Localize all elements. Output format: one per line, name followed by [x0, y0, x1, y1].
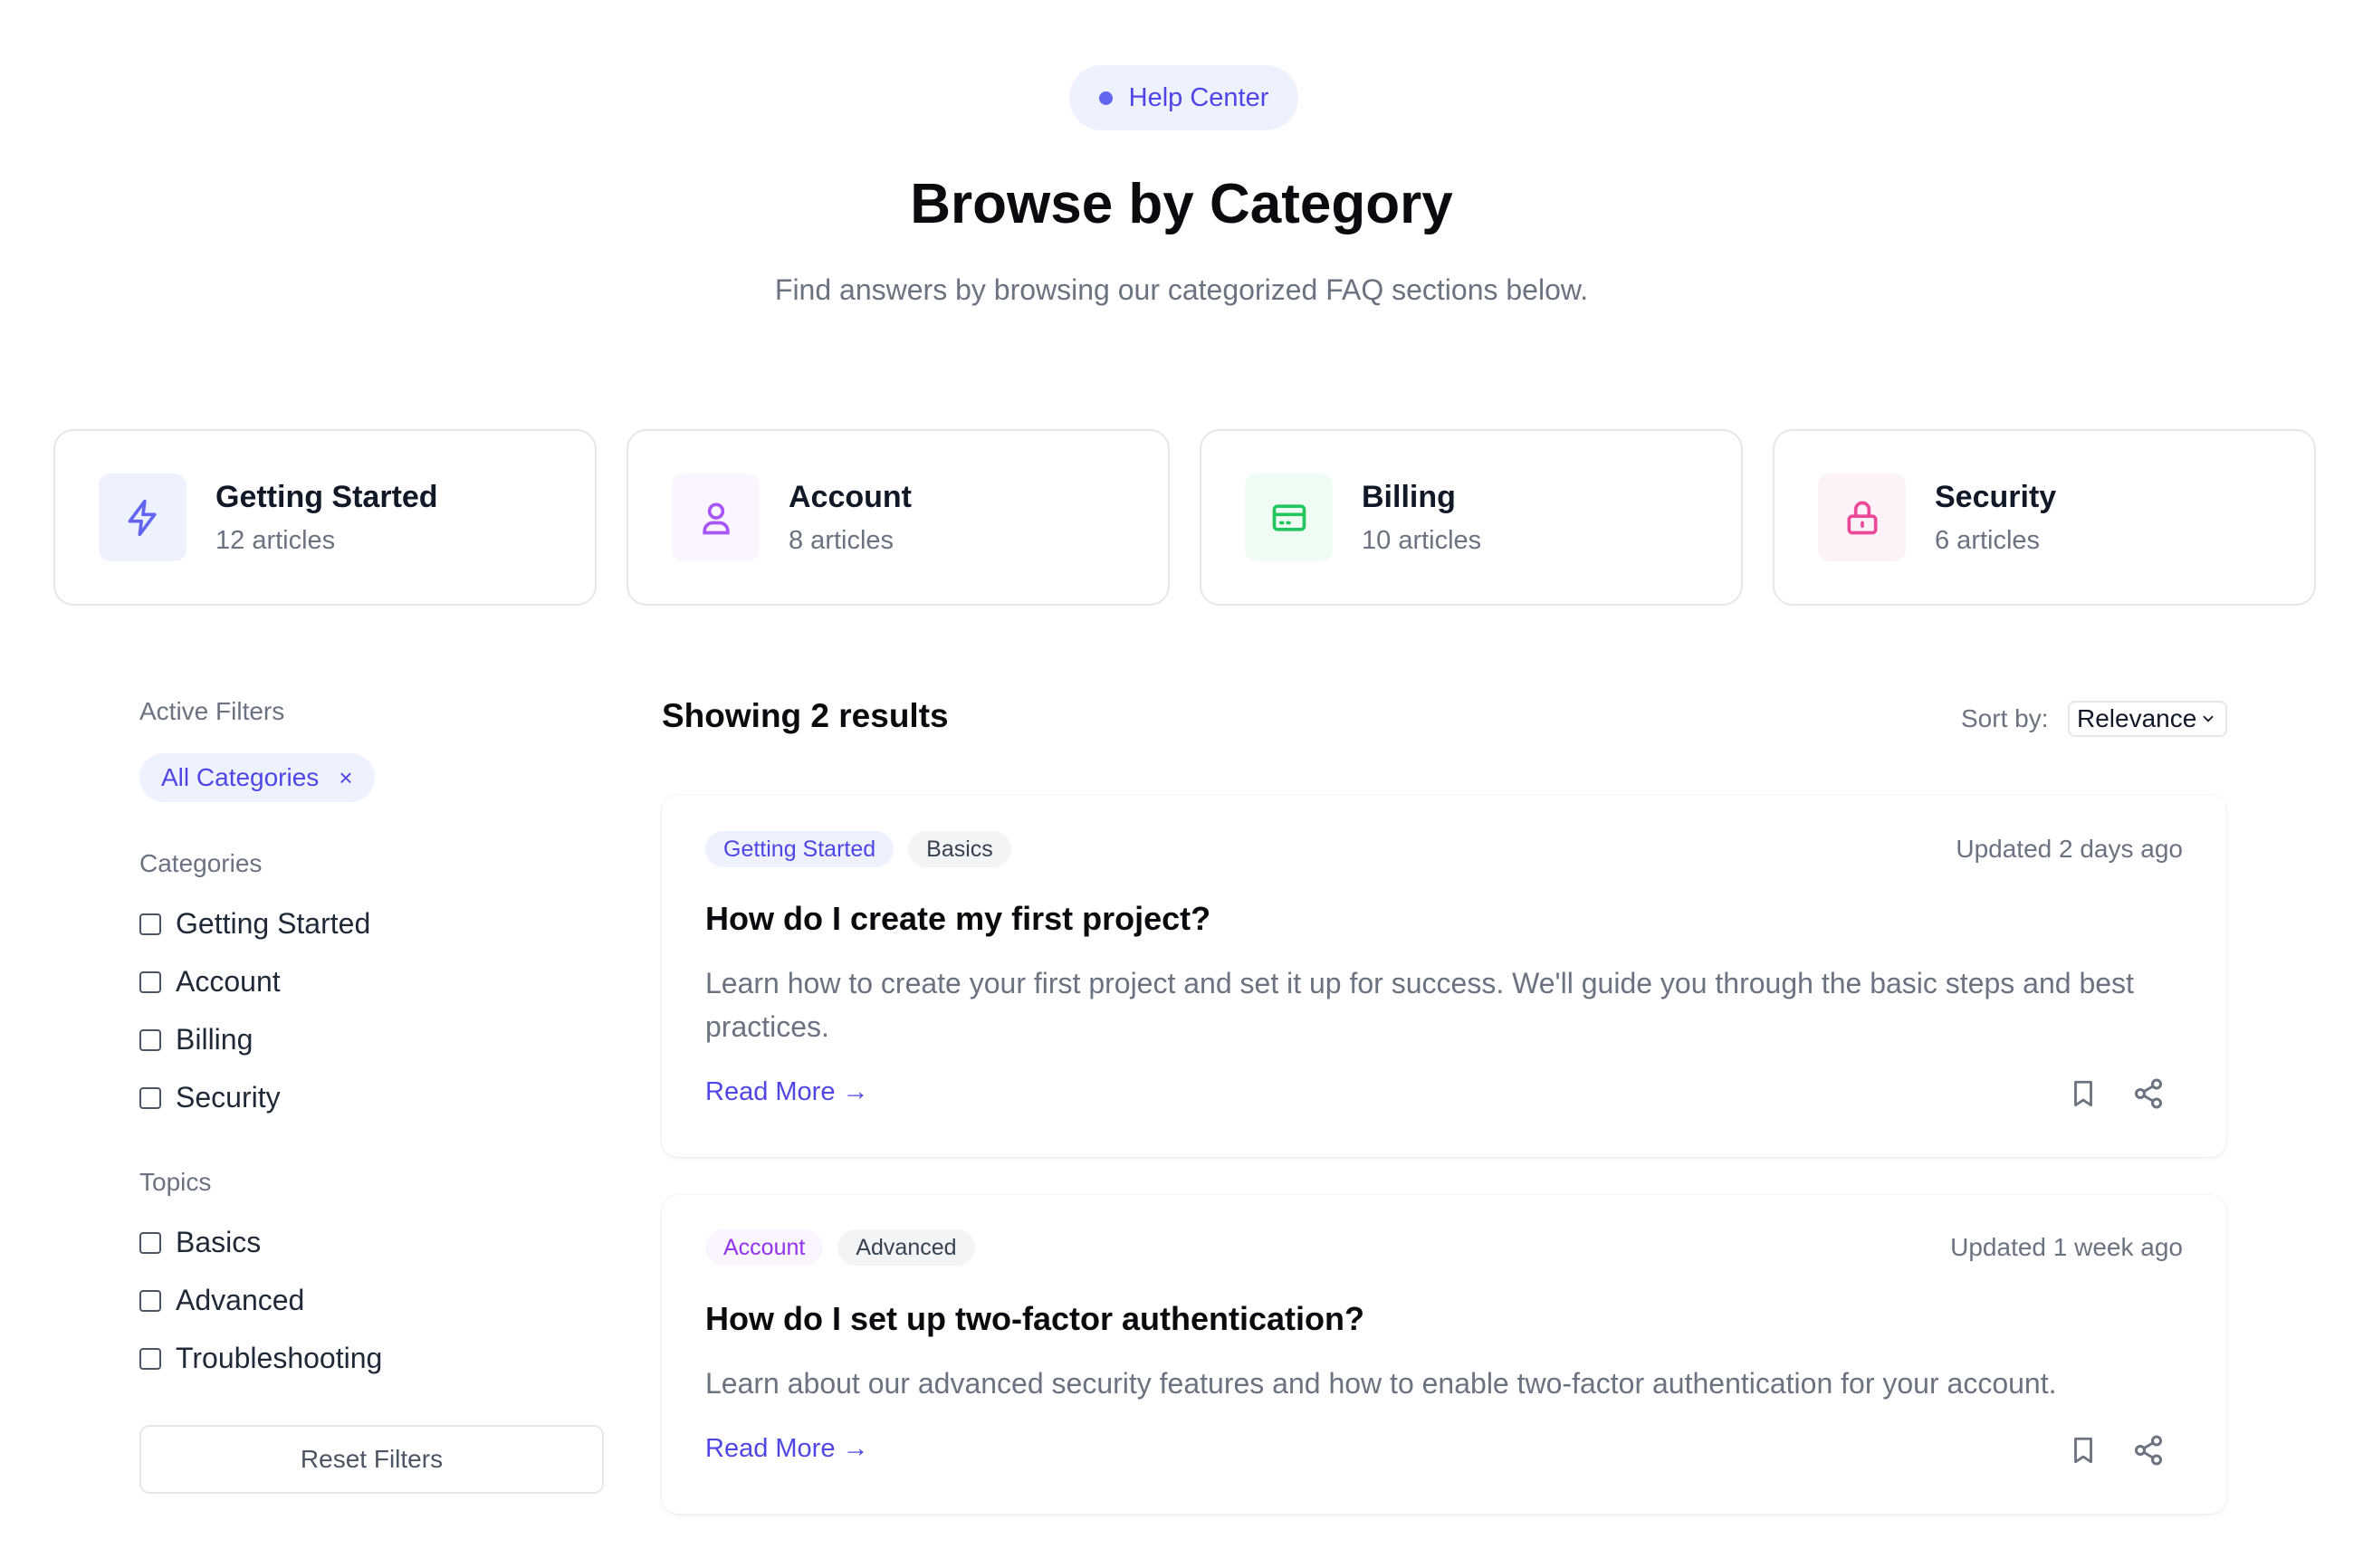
- dot-icon: [1098, 91, 1113, 105]
- category-title: Account: [789, 479, 912, 514]
- category-title: Billing: [1362, 479, 1456, 514]
- filter-account[interactable]: Account: [139, 965, 281, 999]
- category-count: 10 articles: [1362, 525, 1482, 555]
- updated-timestamp: Updated 2 days ago: [1956, 835, 2183, 863]
- checkbox-label: Basics: [176, 1226, 262, 1258]
- category-count: 12 articles: [215, 525, 336, 555]
- page-subtitle: Find answers by browsing our categorized…: [774, 273, 1589, 306]
- credit-card-icon: [1245, 473, 1333, 561]
- faq-tags: Account Advanced: [705, 1229, 975, 1266]
- checkbox[interactable]: [139, 970, 161, 993]
- help-center-page: Help Center Browse by Category Find answ…: [0, 0, 2363, 1568]
- category-card-getting-started[interactable]: Getting Started 12 articles: [53, 429, 597, 606]
- faq-question[interactable]: How do I set up two-factor authenticatio…: [705, 1300, 1364, 1338]
- badge-label: Help Center: [1128, 82, 1269, 112]
- filter-security[interactable]: Security: [139, 1081, 281, 1114]
- topics-label: Topics: [139, 1168, 212, 1196]
- category-cards: Getting Started 12 articles Account 8 ar…: [53, 429, 2316, 606]
- close-icon[interactable]: ×: [339, 764, 352, 792]
- read-more-link[interactable]: Read More →: [705, 1077, 869, 1107]
- lock-icon: [1818, 473, 1906, 561]
- category-card-account[interactable]: Account 8 articles: [627, 429, 1170, 606]
- checkbox-label: Security: [176, 1081, 281, 1114]
- help-center-badge: Help Center: [1069, 65, 1298, 130]
- faq-tags: Getting Started Basics: [705, 831, 1011, 867]
- filter-billing[interactable]: Billing: [139, 1023, 253, 1056]
- sort-value: Relevance: [2077, 704, 2197, 732]
- category-card-security[interactable]: Security 6 articles: [1773, 429, 2316, 606]
- updated-timestamp: Updated 1 week ago: [1950, 1233, 2183, 1261]
- read-more-link[interactable]: Read More →: [705, 1434, 869, 1464]
- category-tag[interactable]: Getting Started: [705, 831, 894, 867]
- category-count: 8 articles: [789, 525, 894, 555]
- checkbox-label: Getting Started: [176, 907, 371, 940]
- share-icon[interactable]: [2130, 1432, 2167, 1468]
- faq-question[interactable]: How do I create my first project?: [705, 900, 1210, 938]
- checkbox[interactable]: [139, 913, 161, 935]
- faq-description: Learn about our advanced security featur…: [705, 1367, 2057, 1400]
- checkbox[interactable]: [139, 1231, 161, 1254]
- filter-basics[interactable]: Basics: [139, 1226, 261, 1259]
- share-icon[interactable]: [2130, 1076, 2167, 1112]
- checkbox-label: Advanced: [176, 1284, 305, 1316]
- category-title: Security: [1935, 479, 2057, 514]
- category-card-billing[interactable]: Billing 10 articles: [1200, 429, 1743, 606]
- bookmark-icon[interactable]: [2065, 1432, 2101, 1468]
- category-count: 6 articles: [1935, 525, 2041, 555]
- page-title: Browse by Category: [910, 173, 1453, 235]
- chip-label: All Categories: [161, 763, 320, 791]
- chevron-down-icon: [2203, 715, 2214, 722]
- filter-getting-started[interactable]: Getting Started: [139, 907, 370, 941]
- faq-description: Learn how to create your first project a…: [705, 967, 2134, 1043]
- sort-select[interactable]: Relevance: [2068, 701, 2227, 737]
- checkbox-label: Troubleshooting: [176, 1342, 383, 1374]
- filter-advanced[interactable]: Advanced: [139, 1284, 304, 1317]
- filter-troubleshooting[interactable]: Troubleshooting: [139, 1342, 382, 1375]
- checkbox[interactable]: [139, 1347, 161, 1370]
- checkbox[interactable]: [139, 1086, 161, 1109]
- reset-filters-button[interactable]: Reset Filters: [139, 1425, 604, 1494]
- topic-tag[interactable]: Advanced: [837, 1229, 975, 1266]
- category-title: Getting Started: [215, 479, 438, 514]
- active-filter-chip[interactable]: All Categories ×: [139, 753, 375, 802]
- lightning-icon: [99, 473, 187, 561]
- checkbox-label: Account: [176, 965, 281, 998]
- categories-label: Categories: [139, 849, 263, 877]
- checkbox[interactable]: [139, 1028, 161, 1051]
- checkbox-label: Billing: [176, 1023, 254, 1056]
- bookmark-icon[interactable]: [2065, 1076, 2101, 1112]
- user-icon: [672, 473, 760, 561]
- category-tag[interactable]: Account: [705, 1229, 824, 1266]
- active-filters-label: Active Filters: [139, 697, 285, 725]
- faq-card: Account Advanced Updated 1 week ago How …: [662, 1195, 2226, 1514]
- sort-label: Sort by:: [1961, 704, 2049, 732]
- faq-card: Getting Started Basics Updated 2 days ag…: [662, 795, 2226, 1157]
- checkbox[interactable]: [139, 1289, 161, 1312]
- topic-tag[interactable]: Basics: [908, 831, 1011, 867]
- results-count: Showing 2 results: [662, 697, 949, 734]
